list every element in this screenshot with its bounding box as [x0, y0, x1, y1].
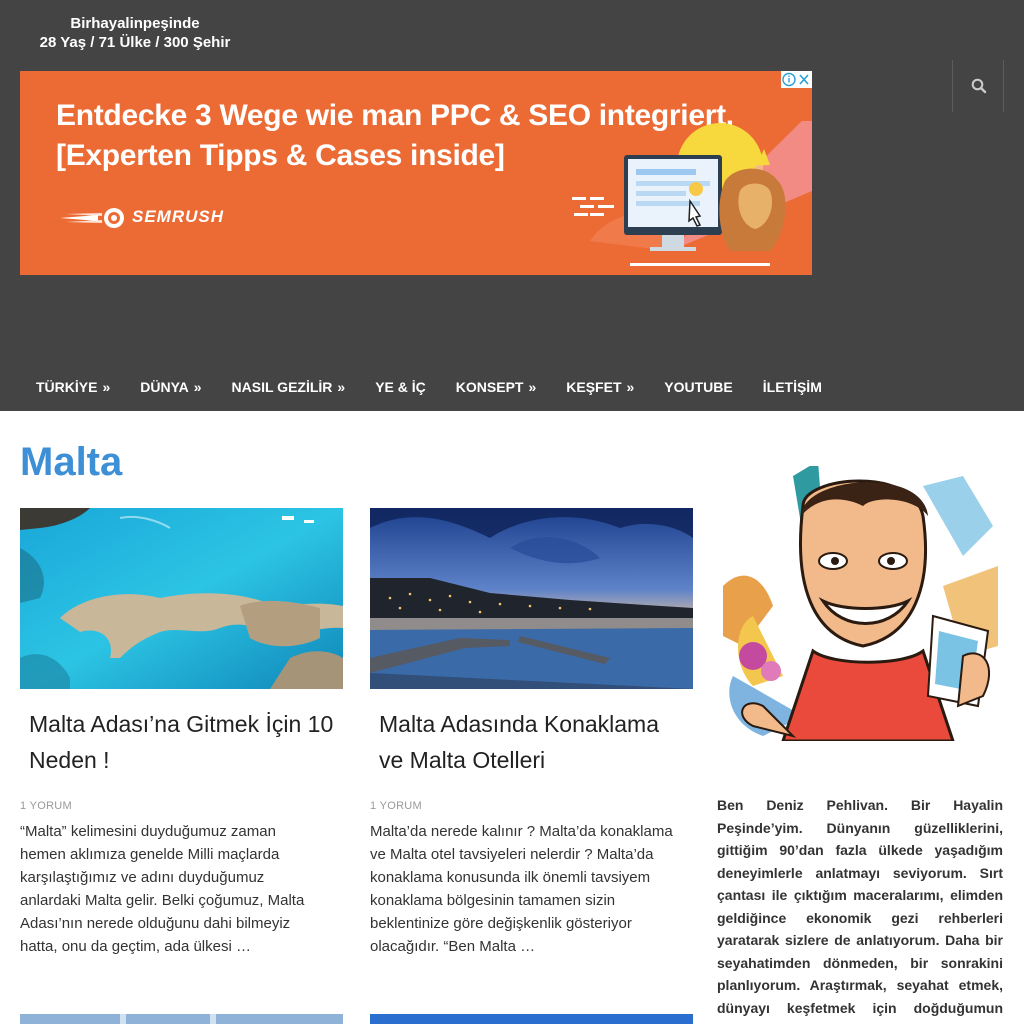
- nav-item-label: İLETİŞİM: [762, 379, 822, 395]
- chevron-right-icon: »: [337, 379, 346, 395]
- nav-item-konsept[interactable]: KONSEPT»: [456, 379, 536, 395]
- post-excerpt: “Malta” kelimesini duyduğumuz zaman heme…: [20, 823, 305, 955]
- nav-item-label: NASIL GEZİLİR: [231, 379, 333, 395]
- nav-item-label: YOUTUBE: [664, 379, 733, 395]
- ad-choices-icon[interactable]: [781, 71, 812, 88]
- post-excerpt: Malta’da nerede kalınır ? Malta’da konak…: [370, 823, 673, 955]
- nav-item-iletisim[interactable]: İLETİŞİM: [763, 379, 822, 395]
- post-title[interactable]: Malta Adası’na Gitmek İçin 10 Neden !: [29, 706, 334, 778]
- comment-count[interactable]: 1 YORUM: [20, 800, 72, 812]
- ad-illustration: [572, 121, 812, 266]
- ad-subheadline: [Experten Tipps & Cases inside]: [56, 139, 505, 172]
- main-nav: TÜRKİYE» DÜNYA» NASIL GEZİLİR» YE & İÇ K…: [20, 364, 852, 410]
- site-tagline: 28 Yaş / 71 Ülke / 300 Şehir: [39, 34, 231, 51]
- post-image[interactable]: [20, 508, 343, 689]
- nav-item-dunya[interactable]: DÜNYA»: [140, 379, 201, 395]
- site-title[interactable]: Birhayalinpeşinde: [0, 14, 270, 33]
- chevron-right-icon: »: [193, 379, 202, 395]
- nav-item-youtube[interactable]: YOUTUBE: [664, 379, 732, 395]
- nav-item-turkiye[interactable]: TÜRKİYE»: [36, 379, 110, 395]
- nav-item-label: YE & İÇ: [375, 379, 426, 395]
- post-image[interactable]: [370, 508, 693, 689]
- ad-brand-name: SEMRUSH: [132, 207, 225, 226]
- author-avatar: [723, 466, 998, 741]
- author-bio: Ben Deniz Pehlivan. Bir Hayalin Peşinde’…: [717, 797, 1003, 1024]
- nav-item-label: TÜRKİYE: [36, 379, 98, 395]
- page-title: Malta: [20, 440, 123, 484]
- nav-item-ye-ic[interactable]: YE & İÇ: [375, 379, 426, 395]
- post-card: Malta Adası’na Gitmek İçin 10 Neden ! 1 …: [20, 508, 343, 988]
- chevron-right-icon: »: [102, 379, 111, 395]
- chevron-right-icon: »: [626, 379, 635, 395]
- nav-item-nasil-gezilir[interactable]: NASIL GEZİLİR»: [232, 379, 346, 395]
- comment-count[interactable]: 1 YORUM: [370, 800, 422, 812]
- ad-brand-logo: SEMRUSH: [58, 205, 223, 231]
- chevron-right-icon: »: [528, 379, 537, 395]
- post-title[interactable]: Malta Adasında Konaklama ve Malta Otelle…: [379, 706, 684, 778]
- search-icon: [971, 78, 987, 94]
- flame-icon: [60, 208, 124, 228]
- ad-banner[interactable]: Entdecke 3 Wege wie man PPC & SEO integr…: [20, 71, 812, 275]
- post-image[interactable]: [370, 1014, 693, 1024]
- post-image[interactable]: [20, 1014, 343, 1024]
- nav-item-label: KEŞFET: [566, 379, 622, 395]
- nav-item-label: KONSEPT: [455, 379, 524, 395]
- nav-item-kesfet[interactable]: KEŞFET»: [566, 379, 634, 395]
- site-header: Birhayalinpeşinde 28 Yaş / 71 Ülke / 300…: [0, 0, 1024, 411]
- nav-item-label: DÜNYA: [140, 379, 189, 395]
- search-button[interactable]: [952, 60, 1004, 112]
- post-card: Malta Adasında Konaklama ve Malta Otelle…: [370, 508, 693, 988]
